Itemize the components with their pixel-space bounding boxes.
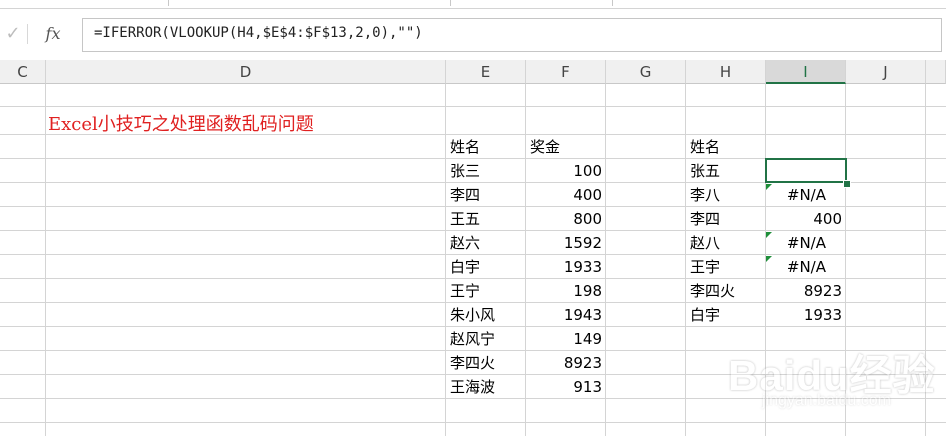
table1-name[interactable]: 李四火 [446, 351, 526, 375]
table1-bonus[interactable]: 1592 [526, 231, 606, 255]
table2-name[interactable]: 李四 [686, 207, 766, 231]
column-header-e[interactable]: E [446, 60, 526, 84]
table1-name[interactable]: 赵风宁 [446, 327, 526, 351]
table1-bonus[interactable]: 198 [526, 279, 606, 303]
table2-result[interactable]: 400 [766, 207, 846, 231]
ribbon-divider [168, 0, 169, 6]
error-indicator-icon[interactable] [766, 256, 772, 262]
active-cell-selection[interactable] [765, 158, 847, 183]
gridline [0, 422, 946, 423]
table2-name[interactable]: 张五 [686, 159, 766, 183]
table2-result[interactable]: #N/A [766, 255, 846, 279]
baidu-watermark: Baidu经验 jingyan.baidu.com [728, 336, 938, 416]
table2-name[interactable]: 李八 [686, 183, 766, 207]
ribbon-remnant [0, 0, 946, 9]
table1-name[interactable]: 白宇 [446, 255, 526, 279]
table2-result[interactable]: #N/A [766, 183, 846, 207]
column-header-d[interactable]: D [46, 60, 446, 84]
table2-name[interactable]: 白宇 [686, 303, 766, 327]
column-header-j[interactable]: J [846, 60, 926, 84]
column-header-f[interactable]: F [526, 60, 606, 84]
table1-name[interactable]: 赵六 [446, 231, 526, 255]
column-header-h[interactable]: H [686, 60, 766, 84]
error-indicator-icon[interactable] [766, 184, 772, 190]
table1-bonus[interactable]: 1943 [526, 303, 606, 327]
column-header-k[interactable] [926, 60, 946, 84]
table2-result[interactable]: #N/A [766, 231, 846, 255]
table2-result[interactable]: 8923 [766, 279, 846, 303]
table2-header-name[interactable]: 姓名 [686, 135, 766, 159]
table1-name[interactable]: 李四 [446, 183, 526, 207]
table1-name[interactable]: 朱小风 [446, 303, 526, 327]
table2-result[interactable]: 1933 [766, 303, 846, 327]
table1-bonus[interactable]: 8923 [526, 351, 606, 375]
table1-bonus[interactable]: 913 [526, 375, 606, 399]
table2-name[interactable]: 王宇 [686, 255, 766, 279]
column-header-i[interactable]: I [766, 60, 846, 84]
table1-bonus[interactable]: 800 [526, 207, 606, 231]
table1-header-bonus[interactable]: 奖金 [526, 135, 606, 159]
check-icon[interactable]: ✓ [2, 24, 24, 44]
fill-handle[interactable] [843, 180, 851, 188]
error-indicator-icon[interactable] [766, 232, 772, 238]
table1-name[interactable]: 张三 [446, 159, 526, 183]
column-header-g[interactable]: G [606, 60, 686, 84]
table1-bonus[interactable]: 400 [526, 183, 606, 207]
table1-name[interactable]: 王宁 [446, 279, 526, 303]
watermark-url: jingyan.baidu.com [762, 392, 891, 409]
formula-bar: ✓ fx =IFERROR(VLOOKUP(H4,$E$4:$F$13,2,0)… [0, 16, 946, 52]
table1-name[interactable]: 王五 [446, 207, 526, 231]
ribbon-divider [450, 0, 451, 6]
table1-bonus[interactable]: 149 [526, 327, 606, 351]
column-header-c[interactable]: C [0, 60, 46, 84]
gridline [0, 106, 946, 107]
table2-name[interactable]: 李四火 [686, 279, 766, 303]
table1-header-name[interactable]: 姓名 [446, 135, 526, 159]
sheet-title: Excel小技巧之处理函数乱码问题 [48, 114, 314, 135]
gridline [45, 84, 46, 436]
insert-function-icon[interactable]: fx [40, 24, 66, 44]
table1-bonus[interactable]: 100 [526, 159, 606, 183]
formula-bar-divider [27, 24, 28, 44]
formula-text: =IFERROR(VLOOKUP(H4,$E$4:$F$13,2,0),"") [94, 25, 423, 41]
table1-name[interactable]: 王海波 [446, 375, 526, 399]
table2-name[interactable]: 赵八 [686, 231, 766, 255]
table1-bonus[interactable]: 1933 [526, 255, 606, 279]
ribbon-divider [612, 0, 613, 6]
